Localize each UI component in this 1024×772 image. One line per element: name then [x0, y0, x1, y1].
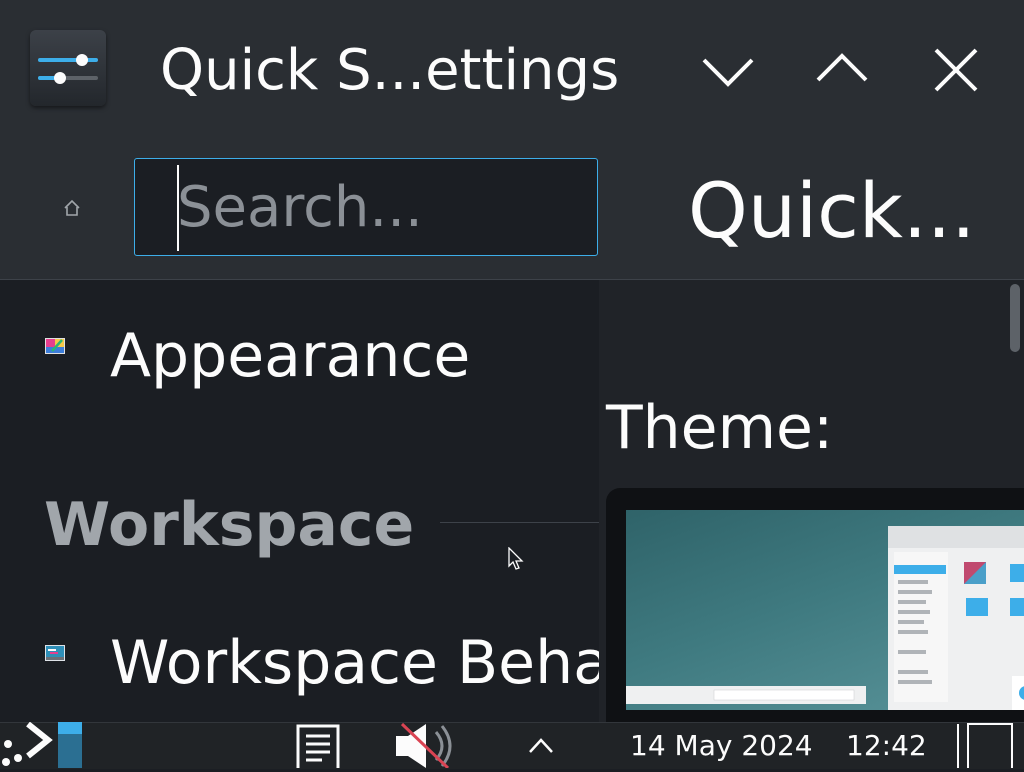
taskbar-task-settings[interactable] — [58, 722, 82, 768]
maximize-icon — [812, 40, 872, 100]
search-field[interactable] — [134, 158, 598, 256]
tray-expand-icon — [526, 738, 556, 772]
taskbar-date[interactable]: 14 May 2024 — [630, 728, 813, 764]
mouse-pointer-icon — [508, 546, 524, 571]
clipboard-button[interactable] — [292, 722, 344, 772]
app-launcher-icon — [0, 721, 56, 772]
theme-preview-thumbnail — [626, 526, 1024, 710]
sidebar-item-appearance[interactable]: Appearance — [0, 288, 599, 408]
workspace-behavior-icon — [44, 643, 66, 665]
close-icon — [926, 40, 986, 100]
appearance-icon — [44, 336, 66, 358]
theme-label: Theme: — [606, 393, 834, 463]
sidebar-section-workspace: Workspace — [44, 490, 415, 560]
home-icon — [62, 199, 82, 222]
close-button[interactable] — [926, 40, 986, 100]
show-desktop-button[interactable] — [956, 722, 1024, 772]
app-launcher-button[interactable] — [0, 721, 56, 768]
search-input[interactable] — [135, 159, 597, 255]
task-indicator — [58, 722, 82, 768]
section-divider — [440, 522, 600, 523]
volume-button[interactable] — [392, 722, 456, 770]
home-button[interactable] — [62, 198, 82, 218]
theme-preview[interactable] — [626, 510, 1024, 710]
taskbar-clock[interactable]: 12:42 — [846, 728, 927, 764]
volume-muted-icon — [392, 722, 456, 772]
sidebar-item-label: Appearance — [110, 321, 471, 391]
system-tray-expand-button[interactable] — [526, 722, 556, 768]
sidebar-item-workspace-behavior[interactable]: Workspace Beha — [0, 597, 599, 717]
show-desktop-icon — [956, 723, 1024, 772]
scrollbar-thumb[interactable] — [1010, 284, 1020, 352]
minimize-icon — [698, 40, 758, 100]
minimize-button[interactable] — [698, 40, 758, 100]
maximize-button[interactable] — [812, 40, 872, 100]
page-heading: Quick... — [688, 166, 976, 255]
clipboard-icon — [292, 724, 344, 772]
window-title: Quick S...ettings — [160, 38, 620, 103]
sidebar-item-label: Workspace Beha — [110, 628, 599, 698]
text-caret — [177, 165, 179, 251]
settings-sliders-icon — [30, 30, 106, 106]
